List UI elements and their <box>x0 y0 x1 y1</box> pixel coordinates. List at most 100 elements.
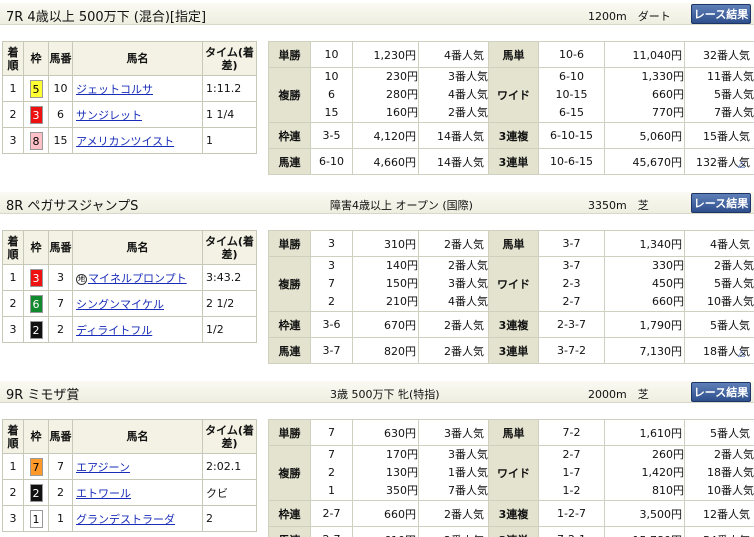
col-horse-name: 馬名 <box>72 419 203 454</box>
fukusho-popularity: 3番人気 <box>448 448 488 461</box>
fukusho-payout: 150円 <box>386 277 418 290</box>
horse-link[interactable]: ジェットコルサ <box>76 83 153 96</box>
table-row: 1 3 3 地マイネルプロンプト 3:43.2 <box>2 264 257 291</box>
fukusho-payout: 130円 <box>386 466 418 479</box>
triangle-up-icon[interactable]: △ <box>738 160 745 170</box>
wide-numbers: 2-7 1-7 1-2 <box>538 445 605 501</box>
payout-row: 枠連 3-6 670円 2番人気 3連複 2-3-7 1,790円 5番人気 <box>268 311 754 338</box>
wide-number: 6-10 <box>559 70 584 83</box>
tansho-label: 単勝 <box>268 230 311 257</box>
payout-row: 馬連 6-10 4,660円 14番人気 3連単 10-6-15 45,670円… <box>268 148 754 175</box>
wide-payout: 660円 <box>652 88 684 101</box>
payout-table: 単勝 10 1,230円 4番人気 馬単 10-6 11,040円 32番人気 … <box>268 41 754 175</box>
horse-name-cell: シングンマイケル <box>72 290 203 317</box>
tansho-number: 7 <box>310 419 353 446</box>
payout-row: 複勝 3 7 2 140円 150円 210円 2番人気 3番人気 4番人気 ワイド 3-7… <box>268 256 754 312</box>
fukusho-popularities: 2番人気 3番人気 4番人気 <box>418 256 489 312</box>
wide-payout: 770円 <box>652 106 684 119</box>
col-waku: 枠 <box>23 419 49 454</box>
table-row: 3 1 1 グランデストラーダ 2 <box>2 505 257 532</box>
wakuren-payout: 4,120円 <box>352 122 419 149</box>
fukusho-payouts: 140円 150円 210円 <box>352 256 419 312</box>
wide-popularity: 11番人気 <box>707 70 754 83</box>
umaren-label: 馬連 <box>268 148 311 175</box>
race-title: 9R ミモザ賞 <box>6 388 80 403</box>
wide-numbers: 3-7 2-3 2-7 <box>538 256 605 312</box>
wakuren-number: 2-7 <box>310 500 353 527</box>
wakuren-popularity: 2番人気 <box>418 500 489 527</box>
race-conditions: 3歳 500万下 牝(特指) <box>330 388 440 401</box>
horse-link[interactable]: ディライトフル <box>76 324 152 337</box>
tansho-payout: 1,230円 <box>352 41 419 68</box>
sanrenpuku-label: 3連複 <box>488 122 539 149</box>
wide-number: 2-3 <box>562 277 581 290</box>
fukusho-payout: 160円 <box>386 106 418 119</box>
col-horse-name: 馬名 <box>72 41 203 76</box>
sanrentan-payout: 15,780円 <box>604 526 685 537</box>
payout-row: 枠連 2-7 660円 2番人気 3連複 1-2-7 3,500円 12番人気 <box>268 500 754 527</box>
sanrenpuku-popularity: 15番人気 <box>684 122 754 149</box>
sanrentan-payout: 7,130円 <box>604 337 685 364</box>
payout-table: 単勝 3 310円 2番人気 馬単 3-7 1,340円 4番人気 複勝 3 7 2… <box>268 230 754 364</box>
sanrentan-popularity: 54番人気 <box>684 526 754 537</box>
umatan-popularity: 32番人気 <box>684 41 754 68</box>
number-cell: 10 <box>48 75 73 102</box>
payout-row: 複勝 10 6 15 230円 280円 160円 3番人気 4番人気 2番人気 ワイド 6… <box>268 67 754 123</box>
wide-popularities: 2番人気 18番人気 10番人気 <box>684 445 754 501</box>
col-number: 馬番 <box>48 419 73 454</box>
race-result-button[interactable]: レース結果 <box>691 382 751 402</box>
horse-link[interactable]: エアジーン <box>76 461 130 474</box>
wide-number: 1-7 <box>562 466 581 479</box>
sanrentan-number: 10-6-15 <box>538 148 605 175</box>
umaren-popularity: 14番人気 <box>418 148 489 175</box>
horse-name-cell: アメリカンツイスト <box>72 127 203 154</box>
wakuren-popularity: 14番人気 <box>418 122 489 149</box>
result-table: 着順 枠 馬番 馬名 タイム(着差) 1 7 7 エアジーン 2:02.1 2 … <box>2 419 257 532</box>
table-row: 2 6 7 シングンマイケル 2 1/2 <box>2 290 257 317</box>
fukusho-label: 複勝 <box>268 67 311 123</box>
col-number: 馬番 <box>48 230 73 265</box>
fukusho-number: 2 <box>328 466 335 479</box>
fukusho-popularity: 3番人気 <box>448 70 488 83</box>
table-row: 2 3 6 サンジレット 1 1/4 <box>2 101 257 128</box>
fukusho-number: 15 <box>324 106 339 119</box>
horse-link[interactable]: マイネルプロンプト <box>88 272 187 285</box>
horse-link[interactable]: グランデストラーダ <box>76 513 175 526</box>
waku-badge: 5 <box>29 79 43 98</box>
payout-row: 複勝 7 2 1 170円 130円 350円 3番人気 1番人気 7番人気 ワイド 2-7… <box>268 445 754 501</box>
wide-popularities: 2番人気 5番人気 10番人気 <box>684 256 754 312</box>
fukusho-popularities: 3番人気 1番人気 7番人気 <box>418 445 489 501</box>
time-cell: 2 <box>202 505 257 532</box>
umatan-label: 馬単 <box>488 41 539 68</box>
wakuren-payout: 670円 <box>352 311 419 338</box>
col-time: タイム(着差) <box>202 419 257 454</box>
waku-cell: 3 <box>23 101 49 128</box>
race-result-button[interactable]: レース結果 <box>691 4 751 24</box>
umatan-popularity: 5番人気 <box>684 419 754 446</box>
horse-link[interactable]: サンジレット <box>76 109 142 122</box>
waku-badge: 3 <box>29 268 43 287</box>
rank-cell: 2 <box>2 101 24 128</box>
col-rank: 着順 <box>2 41 24 76</box>
fukusho-popularity: 4番人気 <box>448 295 488 308</box>
horse-link[interactable]: シングンマイケル <box>76 298 164 311</box>
number-cell: 1 <box>48 505 73 532</box>
waku-cell: 1 <box>23 505 49 532</box>
umatan-number: 10-6 <box>538 41 605 68</box>
race-title: 7R 4歳以上 500万下 (混合)[指定] <box>6 10 207 25</box>
fukusho-payout: 140円 <box>386 259 418 272</box>
umatan-payout: 1,610円 <box>604 419 685 446</box>
race-result-button[interactable]: レース結果 <box>691 193 751 213</box>
waku-cell: 3 <box>23 264 49 291</box>
race-conditions: 障害4歳以上 オープン (国際) <box>330 199 473 212</box>
tansho-popularity: 4番人気 <box>418 41 489 68</box>
horse-link[interactable]: アメリカンツイスト <box>76 135 174 148</box>
payout-row: 馬連 2-7 610円 2番人気 3連単 7-2-1 15,780円 54番人気 <box>268 526 754 537</box>
time-cell: クビ <box>202 479 257 506</box>
col-rank: 着順 <box>2 230 24 265</box>
time-cell: 1/2 <box>202 316 257 343</box>
wide-number: 2-7 <box>562 448 581 461</box>
horse-link[interactable]: エトワール <box>76 487 131 500</box>
waku-cell: 2 <box>23 479 49 506</box>
triangle-up-icon[interactable]: △ <box>738 349 745 359</box>
